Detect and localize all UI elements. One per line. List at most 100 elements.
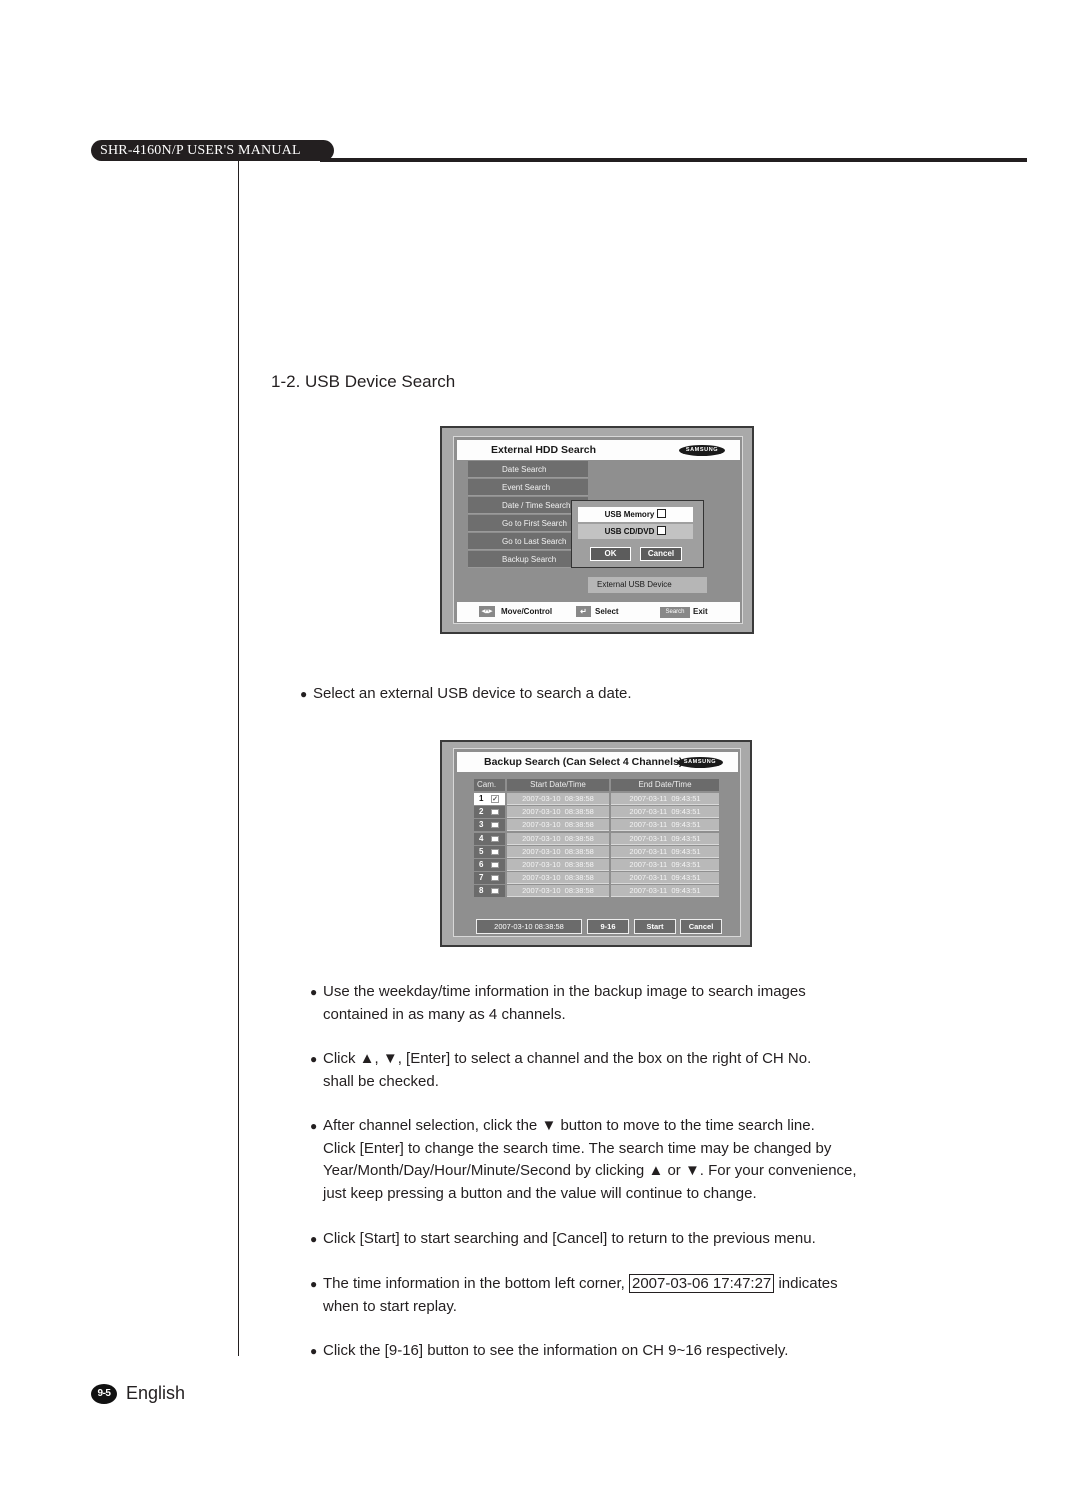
start-datetime-cell: 2007-03-10 08:38:58 (507, 832, 609, 845)
cam-cell[interactable]: 1 ✓ (474, 793, 505, 805)
checkbox-icon[interactable] (491, 862, 499, 868)
cam-cell[interactable]: 5 (474, 845, 505, 858)
column-header-end: End Date/Time (611, 779, 719, 791)
cam-cell[interactable]: 3 (474, 819, 505, 832)
select-label: Select (595, 607, 619, 616)
samsung-logo: SAMSUNG (679, 445, 725, 456)
instruction-line: Click [Enter] to change the search time.… (323, 1138, 857, 1161)
screen-panel: Backup Search (Can Select 4 Channels) SA… (453, 748, 741, 937)
end-datetime-cell: 2007-03-11 09:43:51 (611, 859, 719, 871)
start-datetime-cell: 2007-03-10 08:38:58 (507, 793, 609, 805)
instruction-text: indicates (774, 1275, 838, 1292)
checkbox-icon[interactable] (491, 875, 499, 882)
menu-item-date-search[interactable]: Date Search (468, 461, 588, 478)
end-datetime-cell: 2007-03-11 09:43:51 (611, 885, 719, 898)
cam-number: 3 (479, 820, 484, 830)
end-datetime-cell: 2007-03-11 09:43:51 (611, 793, 719, 805)
cancel-button[interactable]: Cancel (640, 547, 682, 561)
instruction-text: contained in as many as 4 channels. (323, 1005, 566, 1023)
cam-number: 8 (479, 886, 484, 896)
instruction-line: just keep pressing a button and the valu… (323, 1183, 857, 1206)
end-datetime-cell: 2007-03-11 09:43:51 (611, 832, 719, 845)
instruction-text: Use the weekday/time information in the … (323, 983, 806, 1000)
end-datetime-cell: 2007-03-11 09:43:51 (611, 819, 719, 832)
checkbox-icon[interactable] (491, 809, 499, 816)
checkbox-icon[interactable] (491, 822, 499, 829)
instruction-text: when to start replay. (323, 1297, 457, 1315)
usb-cd-dvd-option[interactable]: USB CD/DVD (578, 524, 693, 539)
cancel-button[interactable]: Cancel (680, 919, 722, 934)
start-button[interactable]: Start (634, 919, 676, 934)
instruction-text: The time information in the bottom left … (323, 1275, 629, 1292)
bullet-icon: ● (310, 1119, 318, 1133)
checked-checkbox-icon[interactable]: ✓ (491, 795, 499, 803)
checkbox-icon[interactable] (491, 835, 499, 842)
submenu-external-usb-device[interactable]: External USB Device (588, 577, 707, 593)
page-number-badge: 9-5 (91, 1384, 117, 1404)
language-label: English (126, 1383, 186, 1403)
arrows-icon: ◂▴▸ (479, 606, 495, 617)
section-title: 1-2. USB Device Search (271, 372, 456, 391)
search-time-field[interactable]: 2007-03-10 08:38:58 (476, 919, 582, 934)
cam-cell[interactable]: 2 (474, 806, 505, 819)
cam-number: 7 (479, 873, 484, 883)
manual-title: SHR-4160N/P USER'S MANUAL (91, 140, 334, 161)
bullet-icon: ● (310, 985, 318, 999)
cam-number: 4 (479, 833, 484, 843)
cam-number: 6 (479, 860, 484, 869)
move-control-label: Move/Control (501, 607, 553, 616)
screen-title: Backup Search (Can Select 4 Channels) (484, 756, 683, 768)
caption-text: Select an external USB device to search … (313, 685, 632, 702)
menu-item-go-to-last-search[interactable]: Go to Last Search (468, 533, 588, 550)
cam-cell[interactable]: 7 (474, 872, 505, 885)
instruction-line: After channel selection, click the ▼ but… (323, 1115, 857, 1138)
screen-panel: External HDD Search SAMSUNG Date Search … (453, 436, 743, 624)
instruction-item: ● Click the [9-16] button to see the info… (310, 1340, 788, 1363)
usb-cd-dvd-checkbox[interactable] (657, 526, 667, 535)
menu-item-event-search[interactable]: Event Search (468, 479, 588, 496)
instruction-item: ● After channel selection, click the ▼ bu… (310, 1115, 857, 1206)
cam-cell[interactable]: 6 (474, 859, 505, 871)
screen-title-bar: External HDD Search SAMSUNG (457, 440, 740, 460)
cam-number: 1 (479, 794, 484, 803)
cam-cell[interactable]: 4 (474, 832, 505, 845)
usb-memory-label: USB Memory (604, 510, 655, 519)
instruction-text: After channel selection, click the ▼ but… (323, 1117, 815, 1134)
instruction-line: contained in as many as 4 channels. (323, 1004, 806, 1027)
search-key-icon: Search (660, 607, 690, 618)
start-datetime-cell: 2007-03-10 08:38:58 (507, 806, 609, 819)
instruction-item: ● Click ▲, ▼, [Enter] to select a channel… (310, 1048, 811, 1093)
instruction-text: shall be checked. (323, 1072, 439, 1090)
checkbox-icon[interactable] (491, 848, 499, 855)
header-rule (320, 158, 1027, 162)
instruction-item: ● The time information in the bottom left… (310, 1273, 838, 1318)
menu-item-backup-search[interactable]: Backup Search (468, 551, 588, 568)
column-header-start: Start Date/Time (507, 779, 609, 791)
start-datetime-cell: 2007-03-10 08:38:58 (507, 845, 609, 858)
bullet-icon: ● (310, 1052, 318, 1066)
instruction-item: ● Use the weekday/time information in the… (310, 981, 806, 1027)
bullet-icon: ● (310, 1277, 318, 1291)
column-header-cam: Cam. (474, 779, 505, 791)
screen-footer: ◂▴▸ Move/Control ↵ Select Search Exit (457, 602, 740, 622)
usb-type-popup: USB Memory USB CD/DVD OK Cancel (571, 500, 704, 568)
instruction-text: Click the [9-16] button to see the infor… (323, 1342, 789, 1359)
checkbox-icon[interactable] (491, 888, 499, 895)
usb-memory-checkbox[interactable] (657, 509, 667, 518)
cam-cell[interactable]: 8 (474, 885, 505, 898)
start-datetime-cell: 2007-03-10 08:38:58 (507, 885, 609, 898)
instruction-text: Click [Start] to start searching and [Ca… (323, 1230, 816, 1247)
ok-button[interactable]: OK (590, 547, 631, 561)
end-datetime-cell: 2007-03-11 09:43:51 (611, 845, 719, 858)
samsung-logo: SAMSUNG (677, 757, 723, 768)
instruction-line: Click the [9-16] button to see the infor… (323, 1340, 788, 1363)
menu-item-go-to-first-search[interactable]: Go to First Search (468, 515, 588, 532)
bullet-icon: ● (300, 687, 308, 701)
page-9-16-button[interactable]: 9-16 (587, 919, 629, 934)
usb-memory-option[interactable]: USB Memory (578, 507, 693, 522)
backup-search-screenshot: Backup Search (Can Select 4 Channels) SA… (440, 740, 752, 947)
instruction-line: Click ▲, ▼, [Enter] to select a channel … (323, 1048, 811, 1071)
instruction-line: Use the weekday/time information in the … (323, 981, 806, 1004)
menu-item-date-time-search[interactable]: Date / Time Search (468, 497, 588, 514)
enter-icon: ↵ (576, 606, 591, 617)
